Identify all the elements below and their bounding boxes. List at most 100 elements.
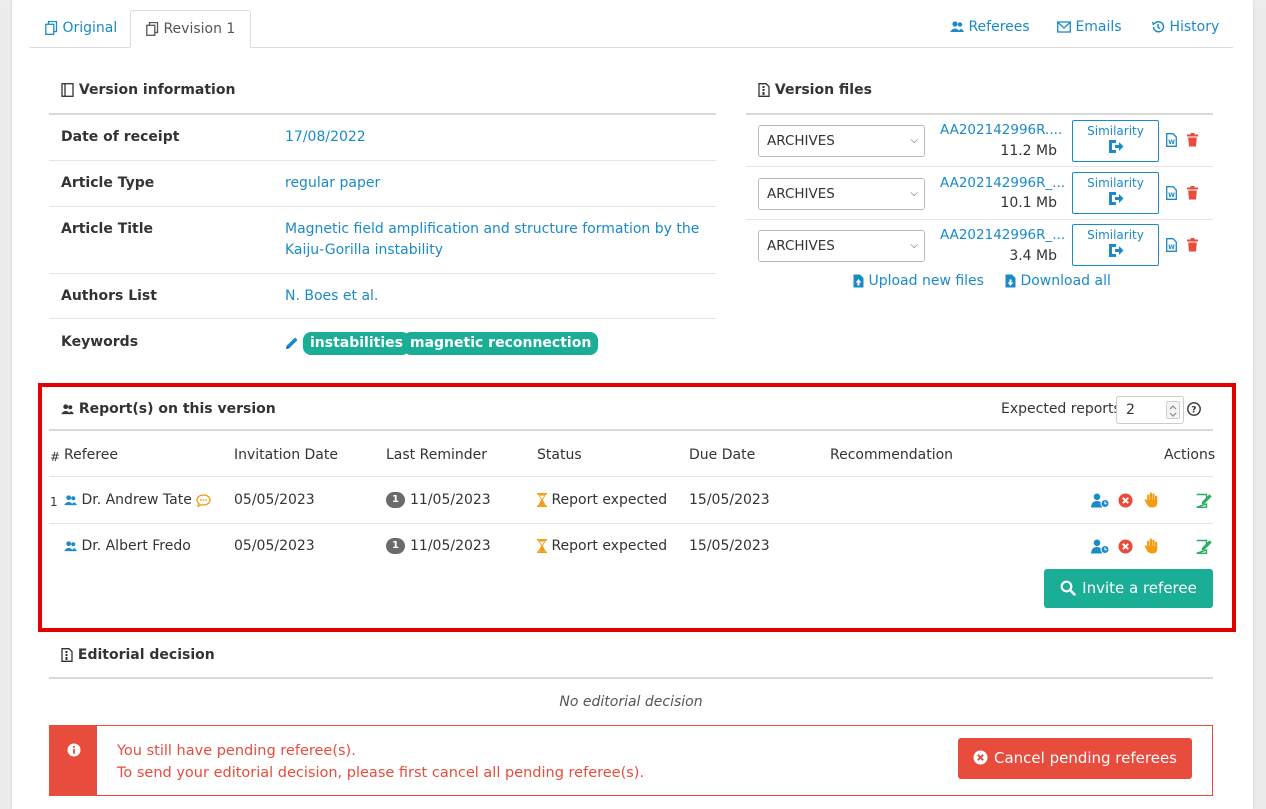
word-file-icon[interactable]: W bbox=[1166, 133, 1177, 147]
similarity-label: Similarity bbox=[1087, 124, 1144, 138]
status-text: Report expected bbox=[551, 492, 668, 508]
times-circle-icon[interactable] bbox=[1118, 539, 1133, 554]
chevron-down-icon: ⌵ bbox=[910, 135, 918, 146]
chevron-down-icon: ⌵ bbox=[910, 240, 918, 251]
row-divider bbox=[49, 206, 716, 207]
tab-emails[interactable]: Emails bbox=[1057, 19, 1122, 35]
row-divider bbox=[49, 160, 716, 161]
upload-files-label: Upload new files bbox=[868, 273, 984, 289]
hand-paper-icon[interactable] bbox=[1144, 538, 1158, 554]
tab-referees[interactable]: Referees bbox=[950, 19, 1030, 35]
label-keywords: Keywords bbox=[61, 334, 139, 350]
file-name-link[interactable]: AA202142996R_... bbox=[940, 227, 1065, 243]
user-clock-icon[interactable] bbox=[1091, 539, 1110, 554]
editorial-heading: Editorial decision bbox=[61, 647, 215, 663]
status: Report expected bbox=[537, 492, 667, 508]
user-clock-icon[interactable] bbox=[1091, 493, 1110, 508]
reminder-count-badge: 1 bbox=[386, 538, 405, 554]
row-divider bbox=[49, 476, 1213, 477]
download-all-link[interactable]: Download all bbox=[1005, 273, 1111, 289]
row-divider bbox=[49, 273, 716, 274]
tab-emails-label: Emails bbox=[1075, 19, 1122, 35]
tab-history-label: History bbox=[1169, 19, 1220, 35]
row-divider bbox=[49, 318, 716, 319]
similarity-button[interactable]: Similarity bbox=[1072, 224, 1159, 266]
upload-files-link[interactable]: Upload new files bbox=[853, 273, 984, 289]
due-date-link[interactable]: 15/05/2023 bbox=[689, 492, 770, 508]
download-all-label: Download all bbox=[1020, 273, 1111, 289]
editorial-title: Editorial decision bbox=[77, 647, 215, 663]
comment-icon[interactable] bbox=[196, 493, 211, 507]
status-text: Report expected bbox=[551, 538, 668, 554]
expected-reports-label: Expected reports bbox=[1001, 401, 1121, 417]
row-divider bbox=[746, 166, 1213, 167]
file-name-link[interactable]: AA202142996R.... bbox=[940, 122, 1062, 138]
alert-message: You still have pending referee(s). To se… bbox=[117, 740, 644, 784]
no-editorial-decision: No editorial decision bbox=[559, 694, 703, 710]
file-type-select[interactable]: ARCHIVES ⌵ bbox=[758, 125, 925, 157]
svg-text:?: ? bbox=[1191, 406, 1196, 416]
last-reminder-date: 11/05/2023 bbox=[410, 538, 491, 554]
copy-icon bbox=[146, 22, 159, 36]
trash-icon[interactable] bbox=[1187, 238, 1198, 252]
book-icon bbox=[61, 83, 74, 97]
keyword-tag: magnetic reconnection bbox=[403, 332, 599, 355]
invite-referee-button[interactable]: Invite a referee bbox=[1044, 569, 1213, 608]
invitation-date: 05/05/2023 bbox=[234, 538, 315, 554]
hand-paper-icon[interactable] bbox=[1144, 492, 1158, 508]
word-file-icon[interactable]: W bbox=[1166, 238, 1177, 252]
column-header-status: Status bbox=[537, 447, 582, 463]
value-authors-list[interactable]: N. Boes et al. bbox=[285, 286, 378, 307]
version-files-title: Version files bbox=[774, 82, 872, 98]
cancel-pending-referees-label: Cancel pending referees bbox=[993, 749, 1177, 767]
users-icon bbox=[64, 494, 77, 505]
file-size: 10.1 Mb bbox=[1000, 195, 1057, 211]
edit-report-icon[interactable] bbox=[1196, 539, 1213, 554]
expected-reports-input[interactable]: 2 bbox=[1116, 396, 1184, 424]
times-circle-icon[interactable] bbox=[1118, 493, 1133, 508]
file-type-select[interactable]: ARCHIVES ⌵ bbox=[758, 178, 925, 210]
similarity-button[interactable]: Similarity bbox=[1072, 120, 1159, 162]
reports-title: Report(s) on this version bbox=[78, 401, 276, 417]
file-type-select[interactable]: ARCHIVES ⌵ bbox=[758, 230, 925, 262]
similarity-label: Similarity bbox=[1087, 176, 1144, 190]
file-upload-icon bbox=[853, 274, 864, 288]
value-article-type[interactable]: regular paper bbox=[285, 173, 380, 194]
users-icon bbox=[61, 403, 74, 414]
reminder-count-badge: 1 bbox=[386, 492, 405, 508]
tab-original[interactable]: Original bbox=[30, 10, 132, 48]
value-date-of-receipt[interactable]: 17/08/2022 bbox=[285, 127, 366, 148]
copy-icon bbox=[45, 21, 58, 35]
hourglass-icon bbox=[537, 539, 547, 553]
trash-icon[interactable] bbox=[1187, 133, 1198, 147]
tab-history[interactable]: History bbox=[1151, 19, 1219, 35]
similarity-label: Similarity bbox=[1087, 228, 1144, 242]
file-type-value: ARCHIVES bbox=[767, 133, 835, 149]
number-spinner[interactable] bbox=[1166, 401, 1180, 419]
referee-name: Dr. Albert Fredo bbox=[81, 538, 191, 554]
word-file-icon[interactable]: W bbox=[1166, 186, 1177, 200]
value-article-title[interactable]: Magnetic field amplification and structu… bbox=[285, 219, 705, 261]
referee-name: Dr. Andrew Tate bbox=[81, 492, 192, 508]
file-name-link[interactable]: AA202142996R_... bbox=[940, 175, 1065, 191]
reports-heading: Report(s) on this version bbox=[61, 401, 276, 417]
column-header-invitation-date: Invitation Date bbox=[234, 447, 338, 463]
referee-link[interactable]: Dr. Albert Fredo bbox=[64, 538, 191, 554]
pencil-icon[interactable] bbox=[285, 336, 299, 350]
similarity-button[interactable]: Similarity bbox=[1072, 172, 1159, 214]
due-date-link[interactable]: 15/05/2023 bbox=[689, 538, 770, 554]
label-article-title: Article Title bbox=[61, 221, 154, 237]
referee-link[interactable]: Dr. Andrew Tate bbox=[64, 492, 211, 508]
version-info-heading: Version information bbox=[61, 82, 235, 98]
alert-side-bar bbox=[50, 726, 97, 795]
column-header-last-reminder: Last Reminder bbox=[386, 447, 487, 463]
trash-icon[interactable] bbox=[1187, 186, 1198, 200]
alert-line-1: You still have pending referee(s). bbox=[117, 743, 356, 759]
tab-revision-1[interactable]: Revision 1 bbox=[130, 10, 252, 48]
file-archive-icon bbox=[758, 83, 770, 97]
row-number: 1 bbox=[50, 495, 58, 509]
column-header-recommendation: Recommendation bbox=[830, 447, 954, 463]
help-icon[interactable]: ? bbox=[1187, 402, 1201, 416]
cancel-pending-referees-button[interactable]: Cancel pending referees bbox=[958, 738, 1192, 779]
edit-report-icon[interactable] bbox=[1196, 493, 1213, 508]
